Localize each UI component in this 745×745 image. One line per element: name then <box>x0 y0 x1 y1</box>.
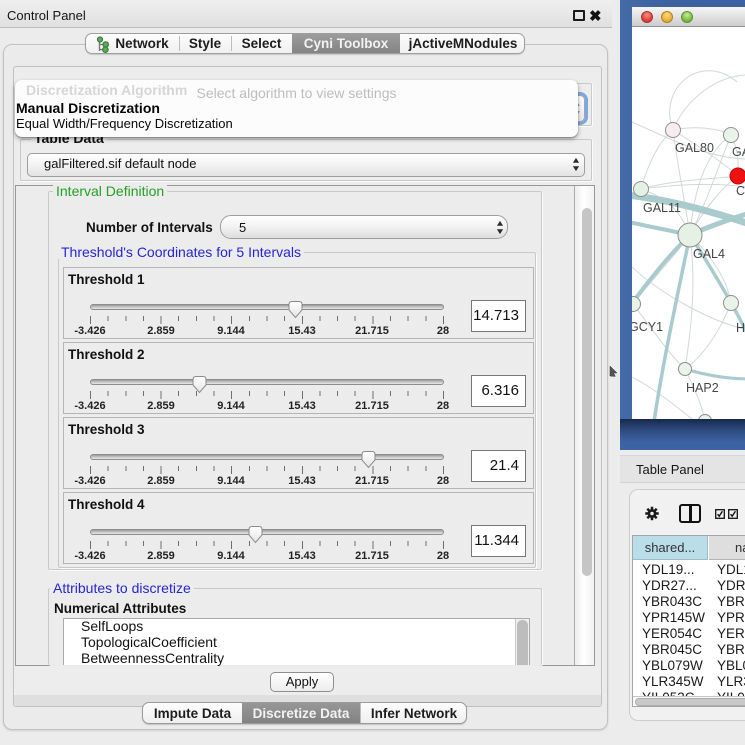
svg-text:H: H <box>736 321 745 335</box>
svg-text:HAP2: HAP2 <box>686 381 719 395</box>
svg-text:C: C <box>736 184 745 198</box>
svg-text:GCY1: GCY1 <box>632 320 663 334</box>
svg-text:GA: GA <box>732 145 745 159</box>
svg-text:GAL4: GAL4 <box>693 247 725 261</box>
svg-text:GAL80: GAL80 <box>675 141 714 155</box>
svg-text:GAL11: GAL11 <box>643 201 681 215</box>
